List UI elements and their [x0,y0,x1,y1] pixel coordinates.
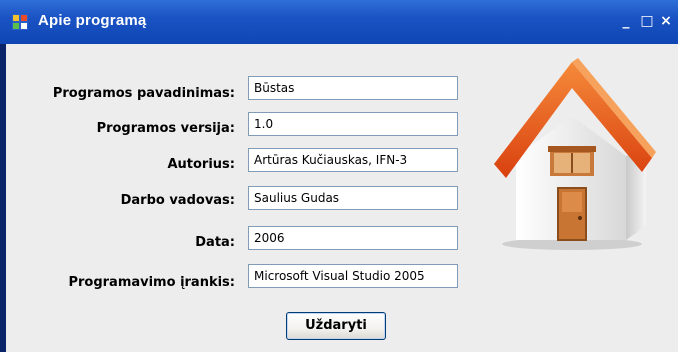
date-field[interactable]: 2006 [248,226,458,250]
minimize-button[interactable]: _ [617,12,635,30]
field-row-date: Data: [6,235,235,255]
program-version-label: Programos versija: [96,121,235,136]
field-row-version: Programos versija: [6,121,235,141]
field-row-author: Autorius: [6,157,235,177]
program-name-field[interactable]: Būstas [248,76,458,100]
close-button[interactable]: Uždaryti [286,312,386,340]
maximize-button[interactable]: □ [638,12,656,30]
about-dialog: Apie programą _ □ × Programos pavadinima… [0,0,678,352]
house-icon [494,58,656,250]
supervisor-label: Darbo vadovas: [120,193,235,208]
programming-tool-field[interactable]: Microsoft Visual Studio 2005 [248,264,458,288]
field-row-tool: Programavimo įrankis: [6,275,235,295]
dialog-body: Programos pavadinimas: Būstas Programos … [6,44,678,352]
program-name-label: Programos pavadinimas: [52,86,235,101]
date-label: Data: [195,235,235,250]
author-label: Autorius: [167,157,235,172]
title-bar[interactable]: Apie programą _ □ × [0,0,678,44]
field-row-supervisor: Darbo vadovas: [6,193,235,213]
window-title: Apie programą [38,12,147,29]
app-window-icon [12,14,28,30]
supervisor-field[interactable]: Saulius Gudas [248,186,458,210]
author-field[interactable]: Artūras Kučiauskas, IFN-3 [248,148,458,172]
field-row-name: Programos pavadinimas: [6,86,235,106]
program-version-field[interactable]: 1.0 [248,112,458,136]
programming-tool-label: Programavimo įrankis: [68,275,235,290]
close-window-button[interactable]: × [657,12,675,30]
